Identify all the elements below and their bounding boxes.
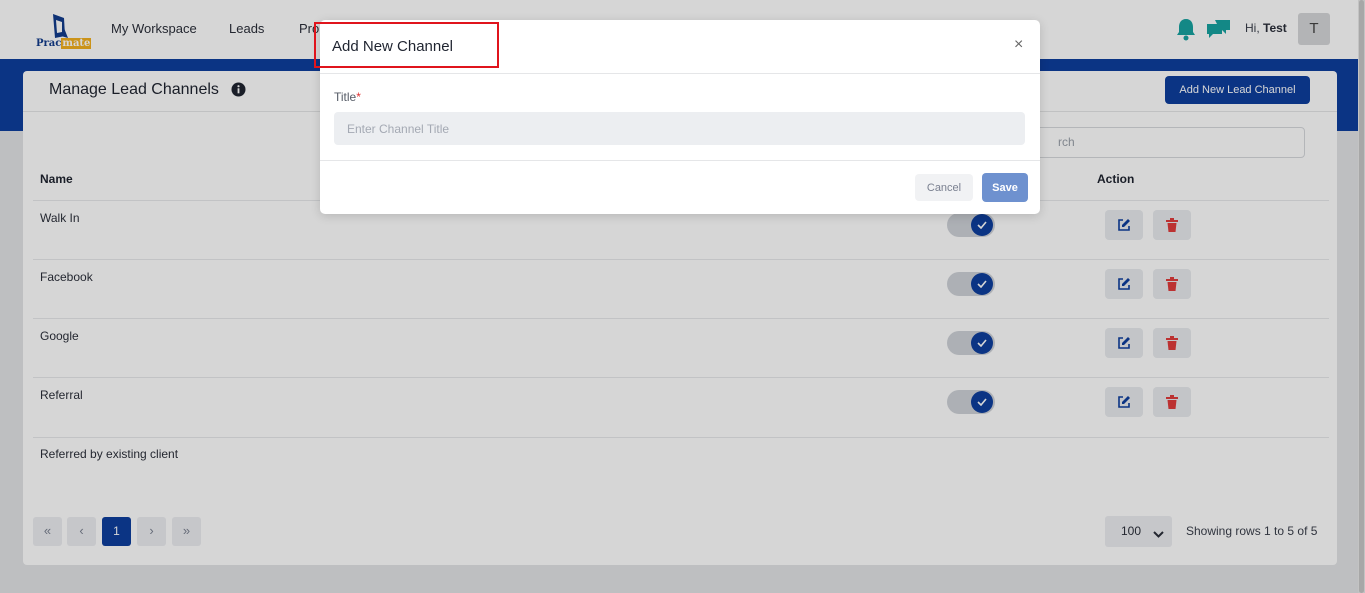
annotation-highlight-box xyxy=(314,22,499,68)
cancel-button[interactable]: Cancel xyxy=(915,174,973,201)
title-label-text: Title xyxy=(334,90,357,104)
channel-title-input[interactable] xyxy=(334,112,1025,145)
modal-divider xyxy=(320,160,1040,161)
required-mark: * xyxy=(356,90,361,104)
modal-divider xyxy=(320,73,1040,74)
close-icon[interactable]: × xyxy=(1014,36,1023,54)
save-button[interactable]: Save xyxy=(982,173,1028,202)
title-field-label: Title* xyxy=(334,90,361,104)
